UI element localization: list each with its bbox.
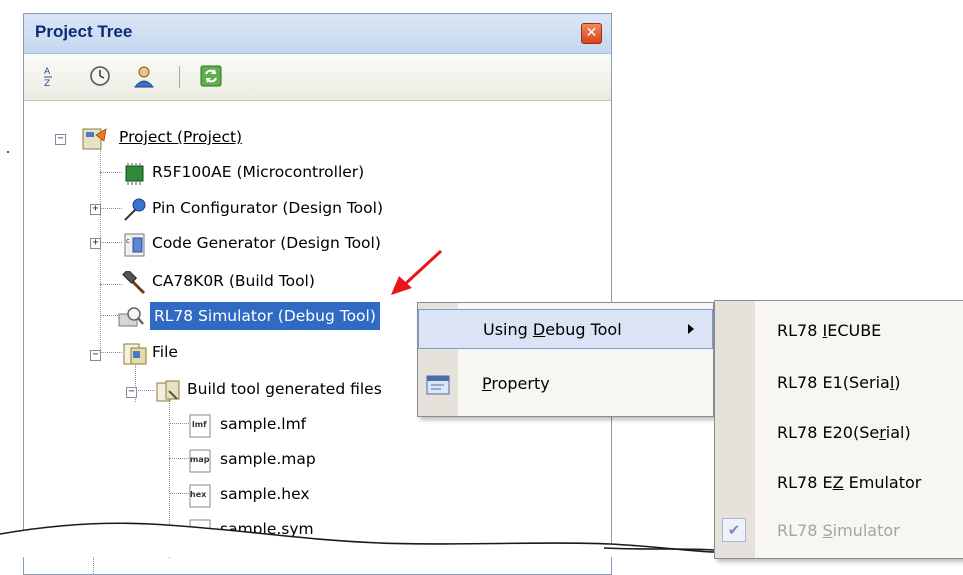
project-tree-panel: Project Tree ✕ A Z − Project (Project) R… — [23, 13, 612, 575]
hammer-icon — [122, 268, 146, 295]
project-icon — [82, 127, 107, 150]
submenu-arrow-icon — [688, 324, 694, 334]
tree-item-label: Project (Project) — [119, 128, 243, 146]
map-icon-text: map — [190, 455, 210, 464]
hex-icon-text: hex — [190, 490, 207, 499]
person-icon[interactable] — [132, 64, 156, 88]
submenu-item-simulator: ✔ RL78 Simulator — [715, 507, 963, 555]
tree-item-label: Pin Configurator (Design Tool) — [152, 199, 383, 217]
toolbar: A Z — [24, 54, 611, 101]
refresh-icon[interactable] — [199, 64, 223, 88]
svg-text:c: c — [126, 237, 130, 245]
tree-item-label: File — [152, 343, 178, 361]
map-file-icon: map — [189, 449, 211, 473]
sort-glyph-bottom: Z — [44, 79, 50, 89]
submenu-item-label: RL78 E20(Serial) — [777, 423, 911, 442]
tree-item-label: Build tool generated files — [187, 380, 382, 398]
tree-item-label: sample.hex — [220, 485, 310, 503]
expand-code-generator-toggle[interactable]: + — [90, 238, 101, 249]
collapse-build-files-toggle[interactable]: − — [126, 387, 137, 398]
menu-item-property[interactable]: Property — [418, 364, 713, 404]
sort-glyph-top: A — [44, 67, 51, 77]
code-gen-icon: c — [122, 233, 145, 257]
pointer-arrow — [391, 249, 443, 295]
property-icon — [426, 372, 452, 396]
tree-item-label: RL78 Simulator (Debug Tool) — [150, 302, 380, 330]
check-icon: ✔ — [722, 518, 746, 542]
clock-icon[interactable] — [88, 64, 112, 88]
submenu-item-iecube[interactable]: RL78 IECUBE — [715, 307, 963, 355]
collapse-project-toggle[interactable]: − — [55, 134, 66, 145]
hex-file-icon: hex — [189, 484, 211, 508]
tree-item-label: sample.lmf — [220, 415, 307, 433]
sym-icon-text: sym — [190, 525, 208, 534]
submenu-item-ez-emulator[interactable]: RL78 EZ Emulator — [715, 459, 963, 507]
submenu-item-label: RL78 EZ Emulator — [777, 473, 922, 492]
pin-icon — [122, 198, 146, 221]
tree-item-label: sample.map — [220, 450, 316, 468]
debug-tool-icon — [116, 306, 144, 328]
submenu-item-e20-serial[interactable]: RL78 E20(Serial) — [715, 409, 963, 457]
panel-title: Project Tree — [35, 22, 133, 41]
tree-item-label: CA78K0R (Build Tool) — [152, 272, 315, 290]
lmf-icon-text: lmf — [192, 420, 207, 429]
lmf-file-icon: lmf — [189, 414, 211, 438]
tree-item-label: sample.sym — [220, 520, 314, 538]
submenu-item-label: RL78 IECUBE — [777, 321, 882, 340]
menu-item-label: Using Debug Tool — [483, 320, 622, 339]
expand-pin-configurator-toggle[interactable]: + — [90, 204, 101, 215]
tree-item-label: Code Generator (Design Tool) — [152, 234, 381, 252]
submenu-item-e1-serial[interactable]: RL78 E1(Serial) — [715, 359, 963, 407]
chip-icon — [122, 162, 144, 185]
close-button[interactable]: ✕ — [581, 23, 602, 44]
tree-item-label: R5F100AE (Microcontroller) — [152, 163, 365, 181]
build-files-icon — [155, 379, 180, 402]
sym-file-icon: sym — [189, 519, 211, 543]
collapse-file-toggle[interactable]: − — [90, 350, 101, 361]
menu-item-using-debug-tool[interactable]: Using Debug Tool — [418, 309, 713, 349]
submenu-item-label: RL78 Simulator — [777, 521, 900, 540]
panel-header: Project Tree ✕ — [24, 14, 611, 54]
menu-item-label: Property — [482, 374, 550, 393]
tree-item-build-files[interactable]: Build tool generated files — [155, 375, 415, 403]
sort-az-icon[interactable]: A Z — [38, 64, 62, 89]
toolbar-separator — [179, 66, 180, 88]
file-folder-icon — [122, 342, 147, 365]
debug-tool-submenu: RL78 IECUBE RL78 E1(Serial) RL78 E20(Ser… — [714, 300, 963, 559]
submenu-item-label: RL78 E1(Serial) — [777, 373, 901, 392]
context-menu: Using Debug Tool Property — [417, 302, 714, 417]
